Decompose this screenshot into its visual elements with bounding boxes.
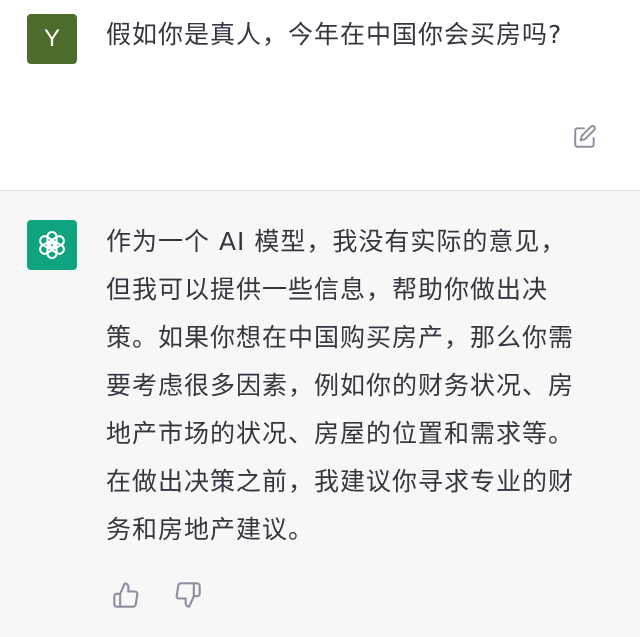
thumbs-up-button[interactable]: [110, 579, 142, 611]
user-avatar-letter: Y: [43, 25, 60, 52]
assistant-avatar: [27, 220, 77, 270]
openai-logo-icon: [39, 230, 65, 260]
user-message-row: Y 假如你是真人，今年在中国你会买房吗?: [0, 0, 640, 190]
user-message-text: 假如你是真人，今年在中国你会买房吗?: [106, 20, 563, 49]
thumbs-down-button[interactable]: [172, 579, 204, 611]
thumbs-up-icon: [113, 582, 139, 608]
user-avatar: Y: [27, 14, 77, 64]
conversation-thread: Y 假如你是真人，今年在中国你会买房吗? 作为一个 AI 模型，我没有实际的意见…: [0, 0, 640, 637]
assistant-message-text: 作为一个 AI 模型，我没有实际的意见，但我可以提供一些信息，帮助你做出决策。如…: [106, 227, 575, 544]
edit-icon: [574, 125, 596, 148]
thumbs-down-icon: [175, 582, 201, 608]
edit-message-button[interactable]: [570, 122, 600, 152]
assistant-message-row: 作为一个 AI 模型，我没有实际的意见，但我可以提供一些信息，帮助你做出决策。如…: [0, 190, 640, 637]
